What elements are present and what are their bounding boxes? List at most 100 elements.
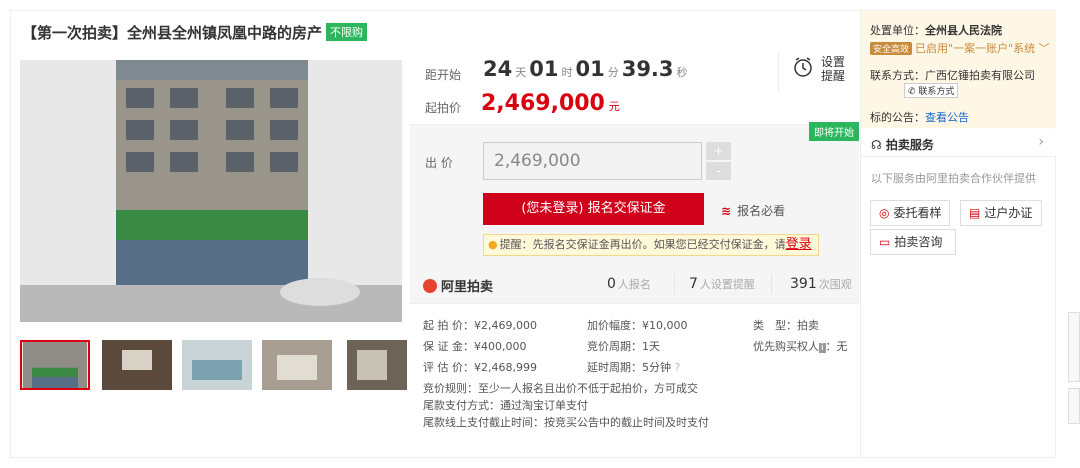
seconds-unit: 秒 [676,66,688,79]
brand: 阿里拍卖 [423,276,493,295]
view-notice-link[interactable]: 查看公告 [925,111,969,124]
divider [771,274,772,294]
countdown-hours: 01 [529,57,559,81]
deposit-tip: ● 提醒：先报名交保证金再出价。如果您已经交付保证金，请登录 [483,234,819,256]
must-read-label: 报名必看 [737,204,786,218]
contact-info: 联系方式：广西亿锤拍卖有限公司 [870,67,1035,83]
coins-icon: ≋ [721,204,732,218]
contact-button[interactable]: ✆ 联系方式 [904,83,959,98]
start-price: 2,469,000 元 [481,91,620,116]
entrust-viewing-button[interactable]: ◎ 委托看样 [870,200,950,226]
detail-start-price: 起 拍 价：¥2,469,000 [423,319,537,332]
entrust-viewing-label: 委托看样 [893,206,942,220]
signups-stat: 0 人报名 [607,276,651,292]
main-property-image[interactable] [20,60,402,322]
countdown-days: 24 [483,57,513,81]
consult-label: 拍卖咨询 [894,235,943,249]
org-name: 全州县人民法院 [925,24,1002,37]
phone-icon: ✆ [908,87,919,97]
detail-cycle: 竞价周期：1天 [587,340,660,353]
priority-label: 优先购买权人 [753,340,819,353]
thumbnail-2[interactable] [102,340,172,390]
start-price-label: 起拍价 [425,101,462,115]
priority-value: ：无 [825,340,848,353]
floating-tab-1[interactable] [1068,312,1080,382]
views-stat: 391 次围观 [790,276,852,292]
reminders-label: 人设置提醒 [699,278,755,291]
seller-info: 处置单位：全州县人民法院 安全高效 已启用"一案一账户"系统 ﹀ 联系方式：广西亿… [861,11,1056,128]
thumbnail-4[interactable] [262,340,332,390]
document-icon: ▤ [969,206,981,220]
reminders-count: 7 [689,276,698,292]
views-count: 391 [790,276,817,292]
transfer-button[interactable]: ▤ 过户办证 [960,200,1042,226]
countdown-minutes: 01 [575,57,605,81]
bid-stepper: + - [706,142,731,180]
bid-input[interactable]: 2,469,000 [483,142,702,180]
countdown-timer: 24 天 01 时 01 分 39.3 秒 [483,57,691,81]
tip-text: 提醒：先报名交保证金再出价。如果您已经交付保证金，请 [499,238,786,251]
consult-button[interactable]: ▭ 拍卖咨询 [870,229,956,255]
thumbnail-5[interactable] [342,340,412,390]
signup-deposit-button[interactable]: (您未登录) 报名交保证金 [483,193,704,225]
org-label: 处置单位： [870,24,925,37]
decrease-bid-button[interactable]: - [706,162,731,180]
start-price-value: 2,469,000 [481,91,605,116]
set-reminder-button[interactable]: 设置提醒 [778,52,858,92]
location-pin-icon: ◎ [879,206,890,220]
views-label: 次围观 [818,278,852,291]
detail-type: 类 型：拍卖 [753,319,819,332]
reminder-label: 设置提醒 [820,55,845,83]
floating-tab-2[interactable] [1068,388,1080,424]
notice-row: 标的公告：查看公告 [870,109,969,125]
currency-unit: 元 [608,100,620,113]
disposal-org: 处置单位：全州县人民法院 [870,22,1002,38]
increase-bid-button[interactable]: + [706,142,731,160]
brand-name: 阿里拍卖 [441,280,494,295]
ali-auction-logo-icon [423,279,437,293]
safe-text: 已启用"一案一账户"系统 [915,42,1036,55]
starting-soon-tag: 即将开始 [809,122,859,141]
detail-deposit: 保 证 金：¥400,000 [423,340,527,353]
notice-label: 标的公告： [870,111,925,124]
days-unit: 天 [515,66,527,79]
bid-label: 出 价 [425,156,453,170]
thumbnail-3[interactable] [182,340,252,390]
right-sidebar: 处置单位：全州县人民法院 安全高效 已启用"一案一账户"系统 ﹀ 联系方式：广西亿… [860,11,1056,458]
login-link[interactable]: 登录 [786,237,812,252]
thumbnail-1[interactable] [20,340,90,390]
reminders-stat: 7 人设置提醒 [689,276,755,292]
service-title-text: 拍卖服务 [885,138,934,152]
countdown-label: 距开始 [425,68,462,82]
countdown-seconds: 39.3 [621,57,674,81]
chevron-down-icon[interactable]: ﹀ [1035,42,1050,55]
signups-count: 0 [607,276,616,292]
chevron-right-icon: › [1038,134,1044,150]
safe-badge: 安全高效 [870,42,913,55]
detail-payment: 尾款支付方式：通过淘宝订单支付 [423,399,588,412]
safety-notice: 安全高效 已启用"一案一账户"系统 ﹀ [870,40,1050,56]
detail-deadline: 尾款线上支付截止时间：按竞买公告中的截止时间及时支付 [423,416,709,429]
detail-increment: 加价幅度：¥10,000 [587,319,688,332]
headset-icon: ☊ [871,138,882,152]
title-text: 【第一次拍卖】全州县全州镇凤凰中路的房产 [22,24,323,42]
contact-name: 广西亿锤拍卖有限公司 [925,69,1035,82]
clock-icon [794,57,812,77]
contact-label: 联系方式： [870,69,925,82]
stats-bar: 阿里拍卖 0 人报名 7 人设置提醒 391 次围观 [410,264,859,304]
purchase-limit-tag: 不限购 [326,23,368,41]
contact-button-label: 联系方式 [918,87,955,97]
hours-unit: 时 [561,66,573,79]
service-title: ☊ 拍卖服务 [871,136,934,153]
transfer-label: 过户办证 [984,206,1033,220]
detail-delay: 延时周期：5分钟 ? [587,359,680,375]
detail-appraisal: 评 估 价：¥2,468,999 [423,361,537,374]
divider [674,274,675,294]
chat-icon: ▭ [879,235,891,249]
service-note: 以下服务由阿里拍卖合作伙伴提供 [871,172,1036,185]
page-title: 【第一次拍卖】全州县全州镇凤凰中路的房产 不限购 [22,22,368,43]
must-read-link[interactable]: ≋ 报名必看 [721,202,785,219]
auction-service-header[interactable]: ☊ 拍卖服务 › [861,129,1056,157]
help-icon[interactable]: ? [675,361,681,374]
delay-text: 延时周期：5分钟 [587,361,671,374]
